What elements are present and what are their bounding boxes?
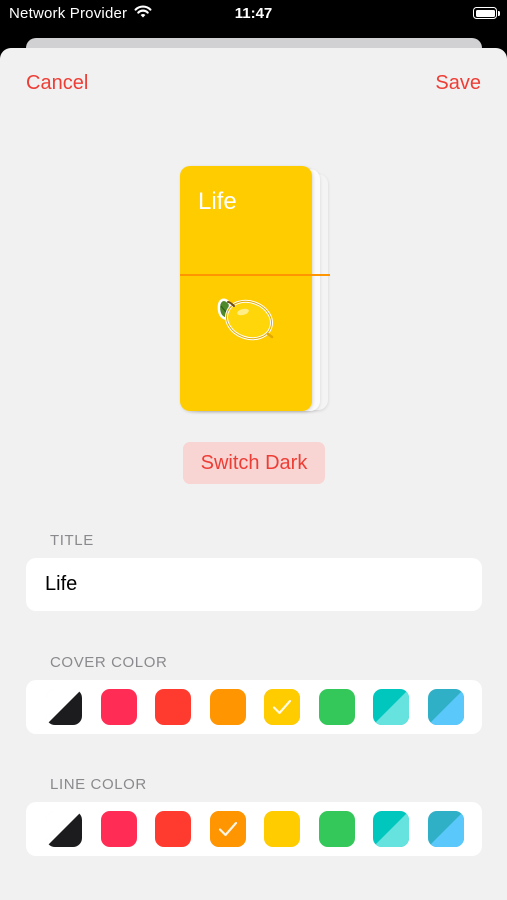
cancel-button[interactable]: Cancel xyxy=(26,72,88,95)
switch-dark-button[interactable]: Switch Dark xyxy=(183,442,325,484)
cover-color-section-label: COVER COLOR xyxy=(50,654,168,671)
cover-color-swatch-black-white[interactable] xyxy=(46,689,82,725)
line-color-swatch-red[interactable] xyxy=(155,811,191,847)
cover-color-swatch-red[interactable] xyxy=(155,689,191,725)
lemon-icon xyxy=(216,292,276,349)
title-section-label: TITLE xyxy=(50,532,94,549)
line-color-swatch-green[interactable] xyxy=(318,811,355,847)
cover-color-swatch-cyan[interactable] xyxy=(427,689,464,725)
line-color-swatch-pink[interactable] xyxy=(100,811,137,847)
line-color-swatch-black-white[interactable] xyxy=(46,811,82,847)
edit-notebook-sheet: Cancel Save Life Switch Dark TITLE COVER… xyxy=(0,48,507,900)
cover-color-swatch-green[interactable] xyxy=(318,689,355,725)
line-color-swatch-yellow[interactable] xyxy=(264,811,300,847)
cover-color-swatch-teal[interactable] xyxy=(373,689,409,725)
line-color-picker xyxy=(26,802,482,856)
save-button[interactable]: Save xyxy=(435,72,481,95)
line-color-section-label: LINE COLOR xyxy=(50,776,147,793)
notebook-line xyxy=(180,274,330,276)
cover-color-swatch-pink[interactable] xyxy=(100,689,137,725)
line-color-swatch-teal[interactable] xyxy=(373,811,409,847)
notebook-cover-title: Life xyxy=(198,188,237,215)
checkmark-icon xyxy=(264,689,300,725)
line-color-swatch-orange[interactable] xyxy=(209,811,246,847)
checkmark-icon xyxy=(210,811,246,847)
status-bar: Network Provider 11:47 xyxy=(0,0,507,30)
line-color-swatch-cyan[interactable] xyxy=(427,811,464,847)
notebook-cover: Life xyxy=(180,166,312,411)
notebook-preview: Life xyxy=(180,166,332,416)
cover-color-swatch-yellow[interactable] xyxy=(264,689,300,725)
status-time: 11:47 xyxy=(234,5,273,22)
battery-icon xyxy=(473,7,500,19)
cover-color-picker xyxy=(26,680,482,734)
cover-color-swatch-orange[interactable] xyxy=(209,689,246,725)
title-input[interactable] xyxy=(26,558,482,611)
